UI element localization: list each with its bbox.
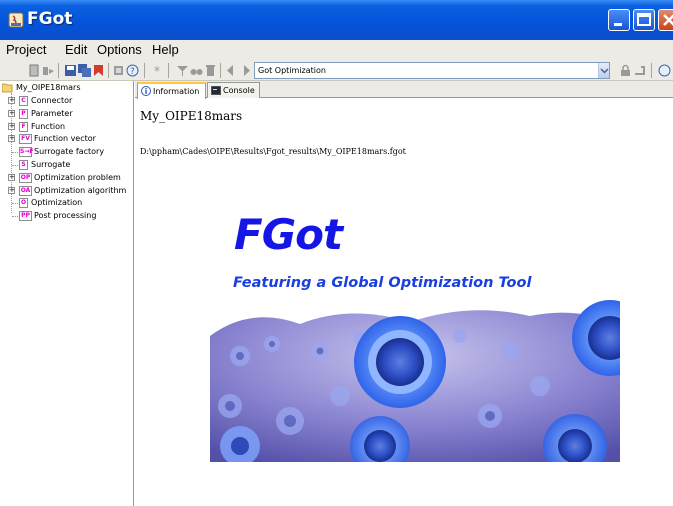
project-tree: My_OIPE18mars + C Connector + P Parameter + F Fu… xyxy=(0,81,134,506)
java-app-icon xyxy=(8,12,24,28)
tree-item-icon: F xyxy=(19,121,28,132)
tree-expand-toggle[interactable]: + xyxy=(8,186,15,194)
delete-icon[interactable] xyxy=(204,64,217,77)
save-all-icon[interactable] xyxy=(78,64,91,77)
close-icon xyxy=(663,14,673,26)
toolbar: ? * Got Optimization xyxy=(0,60,673,81)
close-button[interactable] xyxy=(658,9,673,31)
help-icon[interactable]: ? xyxy=(126,64,139,77)
tree-connector xyxy=(12,152,18,154)
maximize-icon xyxy=(637,13,651,26)
tab-strip: Information Console xyxy=(135,81,673,99)
file-path: D:\ppham\Cades\OIPE\Results\Fgot_results… xyxy=(140,147,406,156)
tree-item-icon: S→F xyxy=(19,147,34,158)
forward-arrow-icon[interactable] xyxy=(238,64,251,77)
info-icon xyxy=(141,86,151,96)
tree-expand-toggle[interactable]: + xyxy=(8,97,15,104)
plugin-icon[interactable] xyxy=(633,64,646,77)
svg-text:?: ? xyxy=(130,67,135,77)
optimization-select[interactable]: Got Optimization xyxy=(254,62,610,79)
tab-console-label: Console xyxy=(223,86,255,95)
menu-edit[interactable]: Edit xyxy=(65,42,87,57)
debug-icon[interactable] xyxy=(112,64,125,77)
menu-help[interactable]: Help xyxy=(152,42,179,57)
minimize-icon xyxy=(614,23,622,26)
tab-console[interactable]: Console xyxy=(207,82,260,98)
toolbar-separator xyxy=(651,63,652,78)
tree-item-label: Optimization problem xyxy=(34,172,121,182)
toolbar-separator xyxy=(220,63,221,78)
fgot-banner: FGot Featuring a Global Optimization Too… xyxy=(210,200,620,462)
menu-project[interactable]: Project xyxy=(6,42,46,57)
content-panel: Information Console My_OIPE18mars D:\pph… xyxy=(135,81,673,506)
menu-options[interactable]: Options xyxy=(97,42,142,57)
bookmark-icon[interactable] xyxy=(92,64,105,77)
tree-connector xyxy=(12,165,18,166)
tab-information-label: Information xyxy=(153,87,200,96)
menu-bar: Project Edit Options Help xyxy=(0,40,673,60)
tree-expand-toggle[interactable]: + xyxy=(8,135,15,143)
toolbar-separator xyxy=(58,63,59,78)
tree-expand-toggle[interactable]: + xyxy=(8,122,15,130)
new-file-icon[interactable] xyxy=(28,64,41,77)
tree-item-label: Parameter xyxy=(31,108,73,118)
tree-item-icon: FV xyxy=(19,134,32,145)
toolbar-separator xyxy=(168,63,169,78)
tree-item-icon: PP xyxy=(19,211,32,222)
filter-icon[interactable] xyxy=(176,64,189,77)
fgot-logo: FGot xyxy=(234,210,343,259)
tree-item-label: Optimization algorithm xyxy=(34,185,127,195)
title-bar: FGot xyxy=(0,0,673,40)
tree-item-label: Connector xyxy=(31,96,73,105)
tree-item-icon: O xyxy=(19,198,28,209)
tree-root-label: My_OIPE18mars xyxy=(16,83,81,92)
tree-item-label: Surrogate factory xyxy=(34,147,105,157)
tree-connector xyxy=(12,203,18,205)
lock-icon[interactable] xyxy=(619,64,632,77)
tree-item-icon: S xyxy=(19,160,28,170)
window-title: FGot xyxy=(27,9,73,29)
tree-item-label: Optimization xyxy=(31,198,83,208)
tree-item-icon: P xyxy=(19,108,28,119)
open-icon[interactable] xyxy=(42,64,55,77)
toolbar-separator xyxy=(108,63,109,78)
toolbar-separator xyxy=(144,63,145,78)
save-icon[interactable] xyxy=(64,64,77,77)
sunflower-field-image xyxy=(210,300,620,462)
tree-item-label: Function vector xyxy=(34,134,96,144)
chevron-down-icon xyxy=(600,68,609,74)
maximize-button[interactable] xyxy=(633,9,655,31)
console-icon xyxy=(211,86,221,95)
tab-information[interactable]: Information xyxy=(137,82,206,99)
tree-connector xyxy=(12,216,18,218)
folder-open-icon xyxy=(2,83,13,93)
tree-item-label: Surrogate xyxy=(31,160,71,169)
tree-item-icon: C xyxy=(19,96,28,106)
svg-text:*: * xyxy=(154,64,160,77)
tree-expand-toggle[interactable]: + xyxy=(8,109,15,117)
tree-item-icon: OP xyxy=(19,172,32,183)
star-icon[interactable]: * xyxy=(152,64,165,77)
tree-item-icon: OA xyxy=(19,185,32,196)
binoculars-icon[interactable] xyxy=(190,64,203,77)
tree-item-label: Function xyxy=(31,121,66,131)
help-icon[interactable] xyxy=(658,64,671,77)
select-dropdown-button[interactable] xyxy=(598,63,609,78)
page-title: My_OIPE18mars xyxy=(140,109,243,123)
tree-expand-toggle[interactable]: + xyxy=(8,173,15,181)
minimize-button[interactable] xyxy=(608,9,630,31)
tree-item-label: Post processing xyxy=(34,211,97,221)
fgot-tagline: Featuring a Global Optimization Tool xyxy=(233,275,532,291)
